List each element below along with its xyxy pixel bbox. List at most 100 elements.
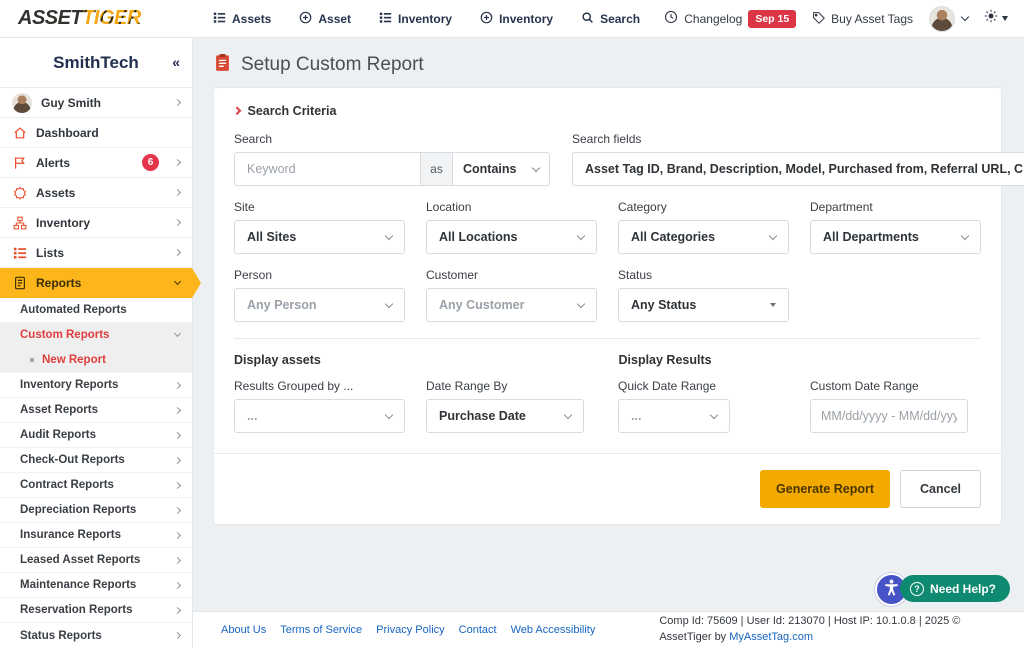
sidebar-collapse-icon[interactable]: «: [172, 54, 178, 70]
sidebar-item-alerts[interactable]: Alerts 6: [0, 148, 192, 178]
topbar-right: Changelog Sep 15 Buy Asset Tags: [664, 6, 1024, 32]
sidebar-item-audit-reports[interactable]: Audit Reports: [0, 423, 192, 448]
operator-select[interactable]: Contains: [452, 152, 550, 186]
chevron-down-icon[interactable]: [961, 13, 969, 21]
generate-report-button[interactable]: Generate Report: [760, 470, 890, 508]
user-name: Guy Smith: [41, 96, 166, 110]
chevron-down-icon: [577, 299, 585, 307]
nav-inventory-list[interactable]: Inventory: [379, 11, 452, 27]
custom-date-range-group: Custom Date Range: [810, 379, 981, 433]
customer-label: Customer: [426, 268, 597, 282]
nav-add-inventory[interactable]: Inventory: [480, 11, 553, 27]
custom-date-range-input[interactable]: [810, 399, 968, 433]
user-avatar[interactable]: [929, 6, 955, 32]
sidebar-item-inventory-reports[interactable]: Inventory Reports: [0, 373, 192, 398]
location-label: Location: [426, 200, 597, 214]
sidebar-item-assets[interactable]: Assets: [0, 178, 192, 208]
nav-assets-list[interactable]: Assets: [213, 11, 271, 27]
sidebar-item-lists[interactable]: Lists: [0, 238, 192, 268]
chevron-right-icon: [174, 556, 181, 563]
quick-date-range-select[interactable]: ...: [618, 399, 730, 433]
chevron-right-icon: [174, 406, 181, 413]
footer-link-accessibility[interactable]: Web Accessibility: [511, 624, 596, 636]
search-fields-select[interactable]: Asset Tag ID, Brand, Description, Model,…: [572, 152, 1024, 186]
sidebar-item-reservation-reports[interactable]: Reservation Reports: [0, 598, 192, 623]
footer-link-terms[interactable]: Terms of Service: [280, 624, 362, 636]
status-label: Status: [618, 268, 789, 282]
chevron-right-icon: [174, 249, 181, 256]
footer-link-about-us[interactable]: About Us: [221, 624, 266, 636]
sidebar-item-maintenance-reports[interactable]: Maintenance Reports: [0, 573, 192, 598]
page: ASSETTIGER Assets Asset Inventory Invent…: [0, 0, 1024, 648]
sidebar-item-checkout-reports[interactable]: Check-Out Reports: [0, 448, 192, 473]
sidebar-subitem-label: Inventory Reports: [20, 379, 175, 391]
avatar: [12, 93, 32, 113]
department-value: All Departments: [823, 230, 962, 244]
sidebar-item-automated-reports[interactable]: Automated Reports: [0, 298, 192, 323]
chevron-down-icon: [961, 231, 969, 239]
sidebar-item-asset-reports[interactable]: Asset Reports: [0, 398, 192, 423]
sidebar-item-depreciation-reports[interactable]: Depreciation Reports: [0, 498, 192, 523]
alerts-count-badge: 6: [142, 154, 159, 171]
location-select[interactable]: All Locations: [426, 220, 597, 254]
sidebar-item-user[interactable]: Guy Smith: [0, 88, 192, 118]
grouped-by-select[interactable]: ...: [234, 399, 405, 433]
sidebar-subitem-label: Status Reports: [20, 630, 175, 642]
sidebar-item-contract-reports[interactable]: Contract Reports: [0, 473, 192, 498]
customer-value: Any Customer: [439, 298, 578, 312]
customer-select[interactable]: Any Customer: [426, 288, 597, 322]
site-select[interactable]: All Sites: [234, 220, 405, 254]
grouped-by-group: Results Grouped by ... ...: [234, 379, 405, 433]
cancel-button[interactable]: Cancel: [900, 470, 981, 508]
sidebar-item-leased-asset-reports[interactable]: Leased Asset Reports: [0, 548, 192, 573]
department-label: Department: [810, 200, 981, 214]
sidebar-item-insurance-reports[interactable]: Insurance Reports: [0, 523, 192, 548]
app-logo[interactable]: ASSETTIGER: [0, 7, 193, 30]
category-select[interactable]: All Categories: [618, 220, 789, 254]
company-info: Comp Id: 75609 | User Id: 213070 | Host …: [659, 614, 1004, 646]
report-setup-card: Search Criteria Search as Contains: [213, 87, 1002, 525]
sidebar-item-new-report[interactable]: New Report: [0, 348, 192, 373]
search-criteria-section[interactable]: Search Criteria: [234, 104, 981, 118]
changelog-link[interactable]: Changelog Sep 15: [664, 10, 796, 28]
display-results-heading: Display Results: [619, 353, 982, 367]
date-range-by-select[interactable]: Purchase Date: [426, 399, 584, 433]
search-label: Search: [234, 132, 550, 146]
theme-switcher[interactable]: [984, 9, 1008, 28]
need-help-button[interactable]: ? Need Help?: [900, 575, 1010, 602]
chevron-right-icon: [174, 189, 181, 196]
need-help-label: Need Help?: [930, 582, 996, 596]
custom-date-range-label: Custom Date Range: [810, 379, 981, 393]
sun-icon: [984, 9, 998, 28]
person-select[interactable]: Any Person: [234, 288, 405, 322]
chevron-right-icon: [174, 431, 181, 438]
department-select[interactable]: All Departments: [810, 220, 981, 254]
keyword-input[interactable]: [234, 152, 420, 186]
buy-asset-tags-link[interactable]: Buy Asset Tags: [812, 11, 913, 27]
sidebar-item-dashboard[interactable]: Dashboard: [0, 118, 192, 148]
status-group: Status Any Status: [618, 268, 789, 322]
status-value: Any Status: [631, 298, 770, 312]
chevron-right-icon: [174, 606, 181, 613]
nav-search[interactable]: Search: [581, 11, 640, 27]
category-label: Category: [618, 200, 789, 214]
footer-link-contact[interactable]: Contact: [459, 624, 497, 636]
sidebar-subitem-label: Contract Reports: [20, 479, 175, 491]
quick-date-range-label: Quick Date Range: [618, 379, 789, 393]
footer-link-privacy[interactable]: Privacy Policy: [376, 624, 444, 636]
quick-date-range-group: Quick Date Range ...: [618, 379, 789, 433]
chevron-down-icon: [385, 231, 393, 239]
sidebar-item-custom-reports[interactable]: Custom Reports: [0, 323, 192, 348]
sidebar-item-inventory[interactable]: Inventory: [0, 208, 192, 238]
sidebar-item-status-reports[interactable]: Status Reports: [0, 623, 192, 648]
sidebar-item-reports[interactable]: Reports: [0, 268, 192, 298]
chevron-right-icon: [174, 506, 181, 513]
nav-add-asset[interactable]: Asset: [299, 11, 351, 27]
card-footer: Generate Report Cancel: [214, 453, 1001, 524]
chevron-right-icon: [174, 456, 181, 463]
myassettag-link[interactable]: MyAssetTag.com: [729, 631, 813, 643]
nav-label: Asset: [318, 12, 351, 26]
as-label: as: [420, 152, 452, 186]
status-select[interactable]: Any Status: [618, 288, 789, 322]
company-name: SmithTech: [53, 53, 139, 73]
